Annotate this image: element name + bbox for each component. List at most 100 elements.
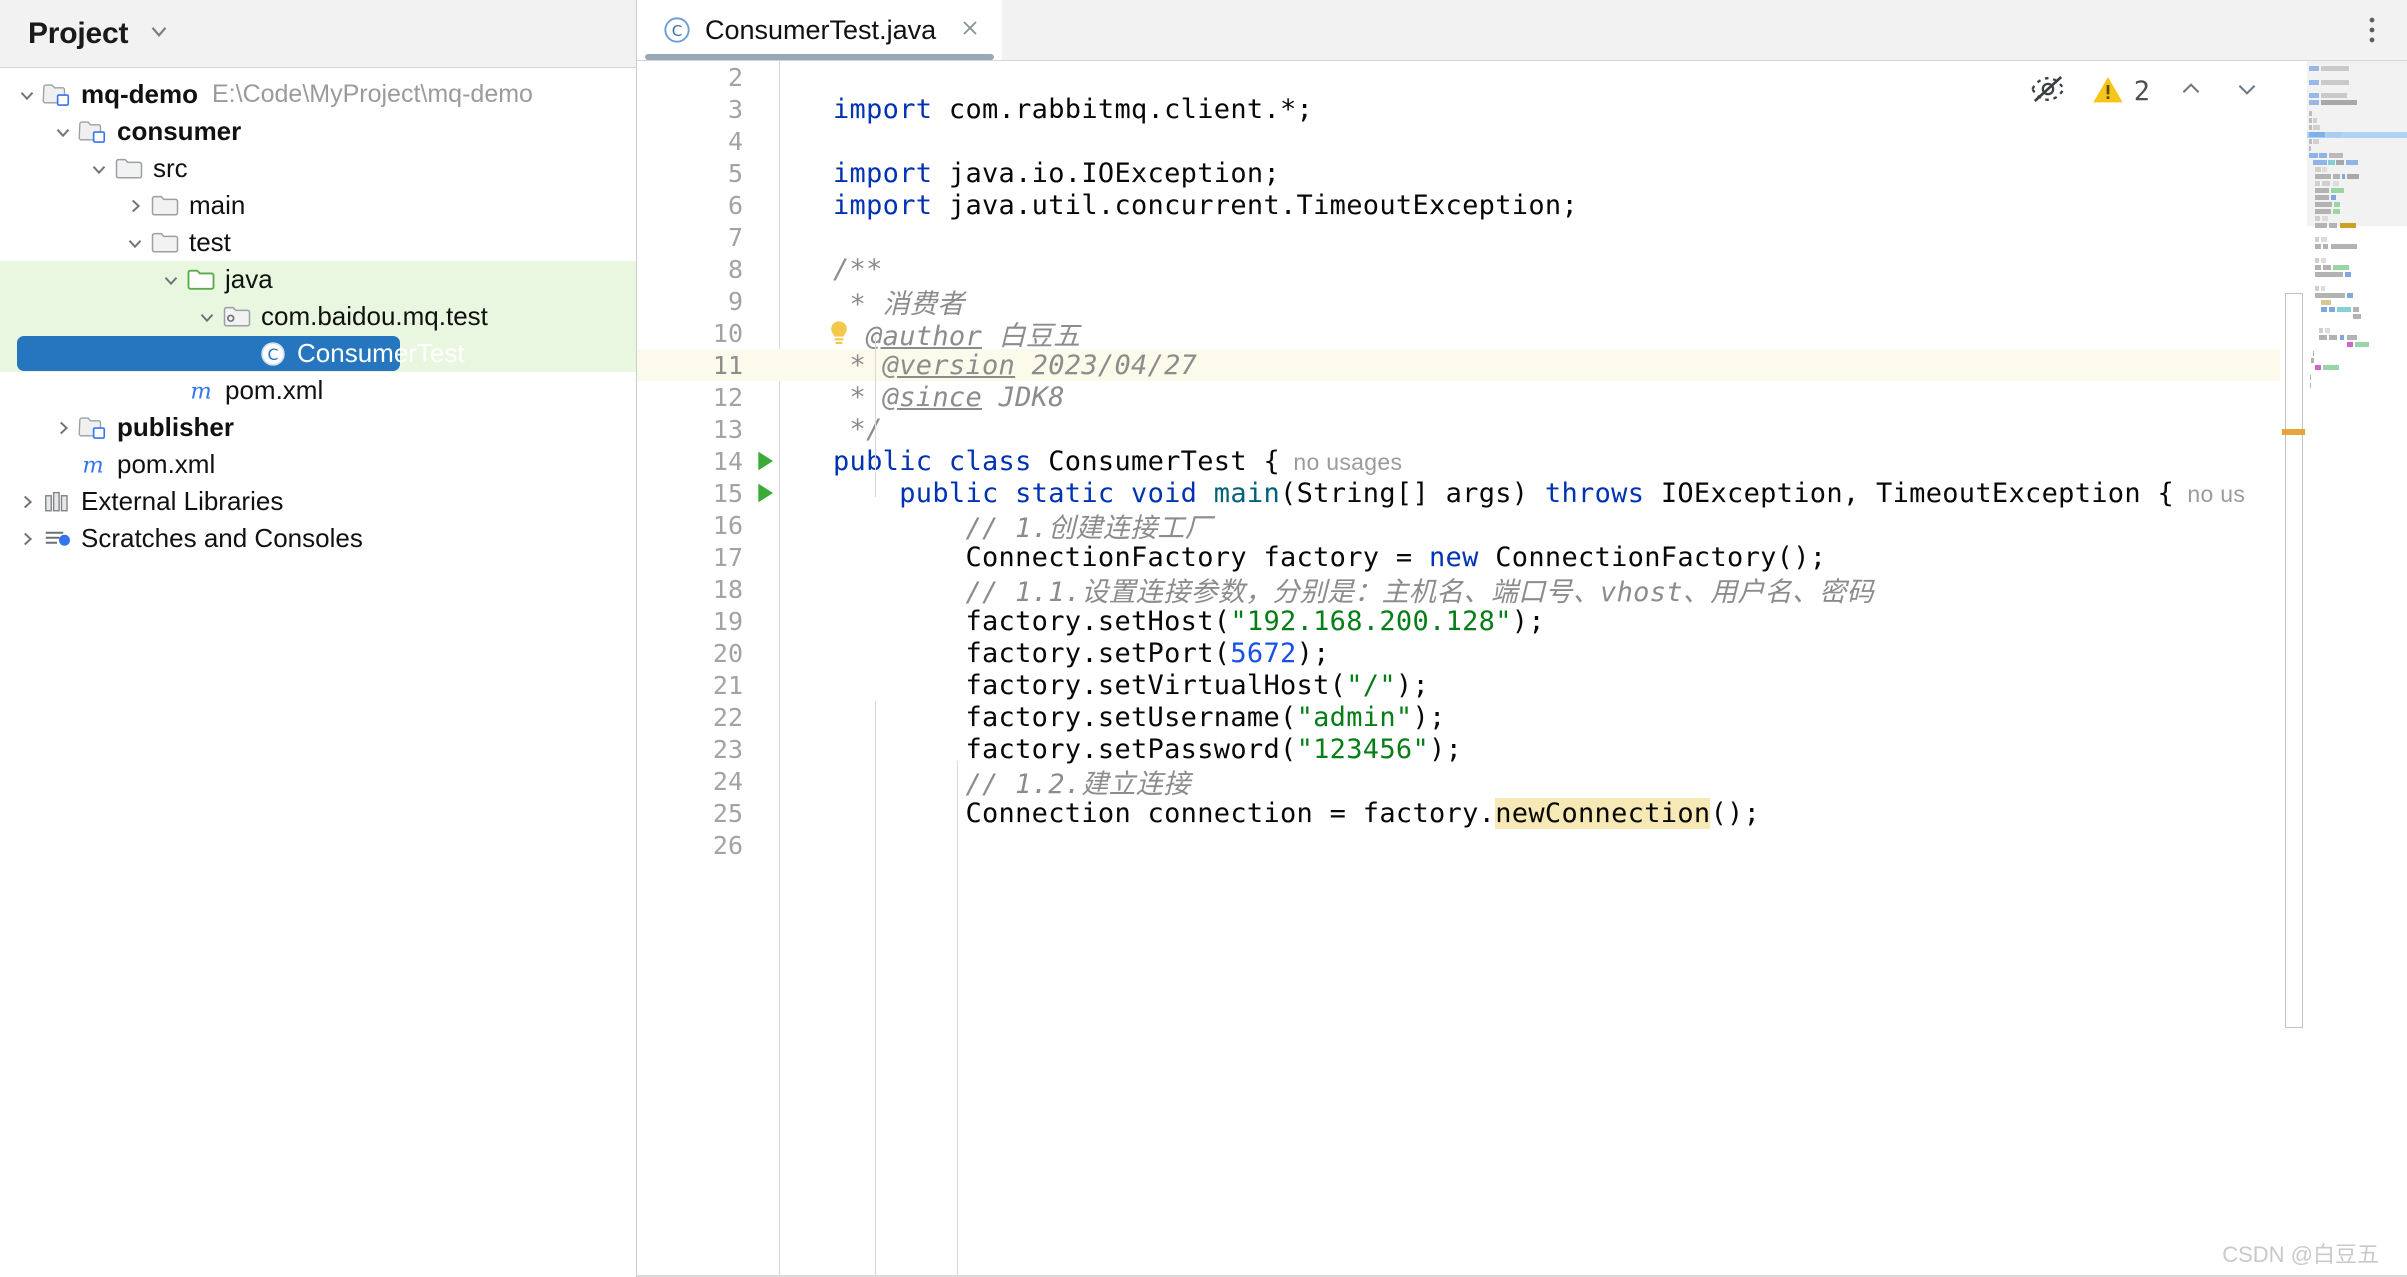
code-text[interactable]: factory.setPort(5672);	[780, 638, 1330, 669]
sidebar-item-pom-consumer[interactable]: m pom.xml	[0, 372, 636, 409]
code-line[interactable]: 22 factory.setUsername("admin");	[637, 701, 2407, 733]
more-vertical-icon[interactable]	[2359, 0, 2385, 60]
code-text[interactable]: public static void main(String[] args) t…	[780, 478, 2245, 509]
minimap-row	[2347, 174, 2359, 179]
minimap-row	[2310, 383, 2311, 388]
tree-expand-arrow[interactable]	[14, 528, 40, 550]
vertical-scrollbar[interactable]	[2280, 61, 2307, 1277]
code-text[interactable]: // 1.创建连接工厂	[780, 506, 1212, 545]
sidebar-item-main[interactable]: main	[0, 187, 636, 224]
code-line[interactable]: 9 * 消费者	[637, 285, 2407, 320]
line-number: 14	[712, 446, 743, 476]
code-line[interactable]: 24 // 1.2.建立连接	[637, 765, 2407, 800]
chevron-down-icon[interactable]	[146, 18, 172, 49]
sidebar-item-pom-root[interactable]: m pom.xml	[0, 446, 636, 483]
sidebar-item-test[interactable]: test	[0, 224, 636, 261]
tree-collapse-arrow[interactable]	[122, 232, 148, 254]
code-text[interactable]: * @since JDK8	[780, 382, 1065, 413]
code-text[interactable]: // 1.2.建立连接	[780, 762, 1191, 801]
code-text[interactable]: ConnectionFactory factory = new Connecti…	[780, 542, 1826, 573]
project-panel-header[interactable]: Project	[0, 0, 636, 68]
sidebar-item-external-libraries[interactable]: External Libraries	[0, 483, 636, 520]
code-text[interactable]: // 1.1.设置连接参数，分别是：主机名、端口号、vhost、用户名、密码	[780, 570, 1874, 609]
sidebar-item-scratches[interactable]: Scratches and Consoles	[0, 520, 636, 557]
code-line[interactable]: 25 Connection connection = factory.newCo…	[637, 797, 2407, 829]
code-text[interactable]: * @version 2023/04/27	[780, 350, 1197, 381]
code-line[interactable]: 20 factory.setPort(5672);	[637, 637, 2407, 669]
minimap-row	[2328, 160, 2335, 165]
sidebar-item-label: mq-demo	[81, 79, 198, 109]
tab-consumer-test-java[interactable]: C ConsumerTest.java	[637, 0, 1003, 60]
code-text[interactable]: factory.setPassword("123456");	[780, 734, 1462, 765]
run-arrow-icon[interactable]	[749, 449, 780, 473]
tab-label: ConsumerTest.java	[705, 14, 937, 45]
tree-collapse-arrow[interactable]	[86, 158, 112, 180]
code-line[interactable]: 11 * @version 2023/04/27	[637, 349, 2407, 381]
editor-tab-bar: C ConsumerTest.java	[637, 0, 2407, 61]
minimap-row	[2346, 160, 2358, 165]
close-icon[interactable]	[958, 16, 982, 45]
tree-expand-arrow[interactable]	[122, 195, 148, 217]
sidebar-item-src[interactable]: src	[0, 150, 636, 187]
run-arrow-icon[interactable]	[749, 481, 780, 505]
code-line[interactable]: 15 public static void main(String[] args…	[637, 477, 2407, 509]
code-editor[interactable]: 2 3 import com.rabbitmq.client.*; 4 5 import …	[637, 61, 2407, 1277]
sidebar-item-java[interactable]: java	[0, 261, 636, 298]
sidebar-item-label: src	[153, 153, 188, 183]
minimap-row	[2315, 174, 2331, 179]
line-number: 19	[712, 606, 743, 636]
test-source-folder-icon	[186, 266, 216, 294]
eye-crossed-icon[interactable]	[2030, 74, 2066, 109]
code-text[interactable]: Connection connection = factory.newConne…	[780, 797, 1760, 829]
code-text[interactable]: import com.rabbitmq.client.*;	[780, 94, 1313, 125]
sidebar-item-consumer[interactable]: consumer	[0, 113, 636, 150]
code-line[interactable]: 16 // 1.创建连接工厂	[637, 509, 2407, 544]
tree-expand-arrow[interactable]	[50, 417, 76, 439]
status-badge[interactable]: 2	[2092, 74, 2150, 109]
code-line[interactable]: 5 import java.io.IOException;	[637, 157, 2407, 189]
code-line[interactable]: 7	[637, 221, 2407, 253]
chevron-down-icon[interactable]	[2232, 76, 2262, 107]
line-number: 2	[727, 62, 743, 92]
chevron-up-icon[interactable]	[2176, 76, 2206, 107]
code-line[interactable]: 21 factory.setVirtualHost("/");	[637, 669, 2407, 701]
code-line[interactable]: 26	[637, 829, 2407, 861]
code-text[interactable]: factory.setUsername("admin");	[780, 702, 1446, 733]
code-text[interactable]: public class ConsumerTest { no usages	[780, 446, 1402, 477]
indent-guide	[875, 701, 876, 1277]
code-minimap[interactable]	[2307, 61, 2407, 1277]
sidebar-item-mq-demo[interactable]: mq-demo E:\Code\MyProject\mq-demo	[0, 76, 636, 113]
code-line[interactable]: 18 // 1.1.设置连接参数，分别是：主机名、端口号、vhost、用户名、密…	[637, 573, 2407, 608]
code-line[interactable]: 17 ConnectionFactory factory = new Conne…	[637, 541, 2407, 573]
scrollbar-thumb[interactable]	[2285, 293, 2303, 1028]
tree-collapse-arrow[interactable]	[14, 84, 40, 106]
minimap-row	[2333, 209, 2340, 214]
sidebar-item-publisher[interactable]: publisher	[0, 409, 636, 446]
code-text[interactable]: */	[780, 414, 883, 445]
tree-collapse-arrow[interactable]	[194, 306, 220, 328]
tree-collapse-arrow[interactable]	[158, 269, 184, 291]
svg-text:m: m	[82, 452, 103, 478]
tree-collapse-arrow[interactable]	[50, 121, 76, 143]
code-text[interactable]: import java.util.concurrent.TimeoutExcep…	[780, 190, 1578, 221]
sidebar-item-package[interactable]: com.baidou.mq.test	[0, 298, 636, 335]
code-line[interactable]: 23 factory.setPassword("123456");	[637, 733, 2407, 765]
code-lines[interactable]: 2 3 import com.rabbitmq.client.*; 4 5 import …	[637, 61, 2407, 1277]
code-text[interactable]: factory.setVirtualHost("/");	[780, 670, 1429, 701]
code-text[interactable]: @author 白豆五	[780, 314, 1080, 353]
code-line[interactable]: 12 * @since JDK8	[637, 381, 2407, 413]
code-text[interactable]: import java.io.IOException;	[780, 158, 1280, 189]
code-line[interactable]: 13 */	[637, 413, 2407, 445]
code-line[interactable]: 8 /**	[637, 253, 2407, 285]
code-line[interactable]: 10 @author 白豆五	[637, 317, 2407, 352]
lightbulb-icon[interactable]	[828, 319, 850, 352]
code-line[interactable]: 14 public class ConsumerTest { no usages	[637, 445, 2407, 477]
code-line[interactable]: 4	[637, 125, 2407, 157]
project-tree[interactable]: mq-demo E:\Code\MyProject\mq-demo consumer…	[0, 68, 636, 557]
code-line[interactable]: 6 import java.util.concurrent.TimeoutExce…	[637, 189, 2407, 221]
code-text[interactable]: factory.setHost("192.168.200.128");	[780, 606, 1545, 637]
code-text[interactable]: /**	[780, 254, 883, 285]
sidebar-item-consumertest[interactable]: C ConsumerTest	[0, 335, 636, 372]
code-line[interactable]: 19 factory.setHost("192.168.200.128");	[637, 605, 2407, 637]
tree-expand-arrow[interactable]	[14, 491, 40, 513]
